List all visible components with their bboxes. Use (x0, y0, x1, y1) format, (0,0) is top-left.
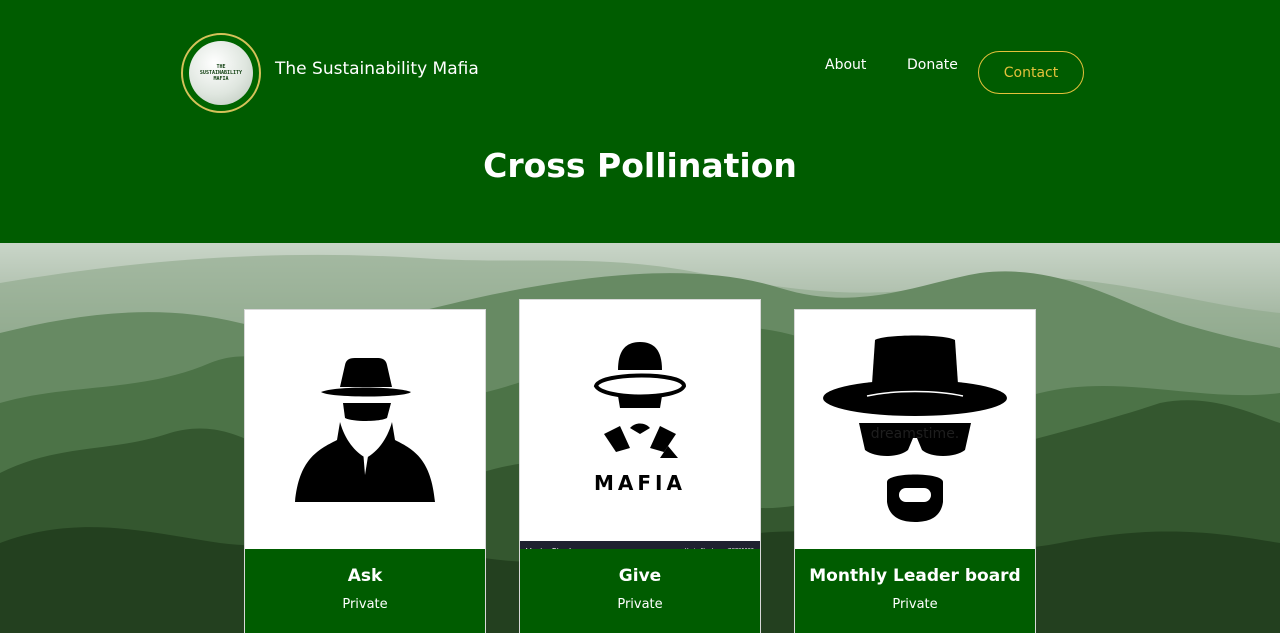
card-give[interactable]: MAFIA VectorStock VectorStock.com/387260… (519, 299, 761, 633)
hat-sunglasses-icon: dreamstime. (823, 335, 1007, 522)
nav-about-link[interactable]: About (825, 57, 866, 73)
card-leaderboard-image: dreamstime. (795, 310, 1035, 551)
dreamstime-watermark: dreamstime. (871, 426, 960, 442)
card-leaderboard[interactable]: dreamstime. Monthly Leader board Private (794, 309, 1036, 633)
card-leaderboard-title: Monthly Leader board (809, 566, 1021, 586)
site-header: THE SUSTAINABILITY MAFIA The Sustainabil… (0, 0, 1280, 243)
card-give-image: MAFIA VectorStock VectorStock.com/387260… (520, 300, 760, 561)
brand-name[interactable]: The Sustainability Mafia (275, 59, 479, 79)
site-logo[interactable]: THE SUSTAINABILITY MAFIA (181, 33, 261, 113)
card-give-title: Give (618, 566, 662, 586)
card-ask-subtitle: Private (342, 597, 388, 612)
card-ask-image (245, 310, 485, 551)
card-give-body: Give Private (520, 549, 760, 633)
logo-text-3: MAFIA (213, 76, 229, 82)
contact-button[interactable]: Contact (978, 51, 1084, 94)
card-ask[interactable]: Ask Private (244, 309, 486, 633)
page-title: Cross Pollination (483, 146, 797, 185)
mafia-caption: MAFIA (594, 471, 686, 495)
spy-icon (295, 358, 435, 502)
card-give-subtitle: Private (617, 597, 663, 612)
card-leaderboard-subtitle: Private (892, 597, 938, 612)
logo-badge: THE SUSTAINABILITY MAFIA (189, 41, 253, 105)
nav-donate-link[interactable]: Donate (907, 57, 958, 73)
card-ask-body: Ask Private (245, 549, 485, 633)
card-leaderboard-body: Monthly Leader board Private (795, 549, 1035, 633)
mafia-icon: MAFIA (593, 342, 687, 495)
card-ask-title: Ask (347, 566, 383, 586)
